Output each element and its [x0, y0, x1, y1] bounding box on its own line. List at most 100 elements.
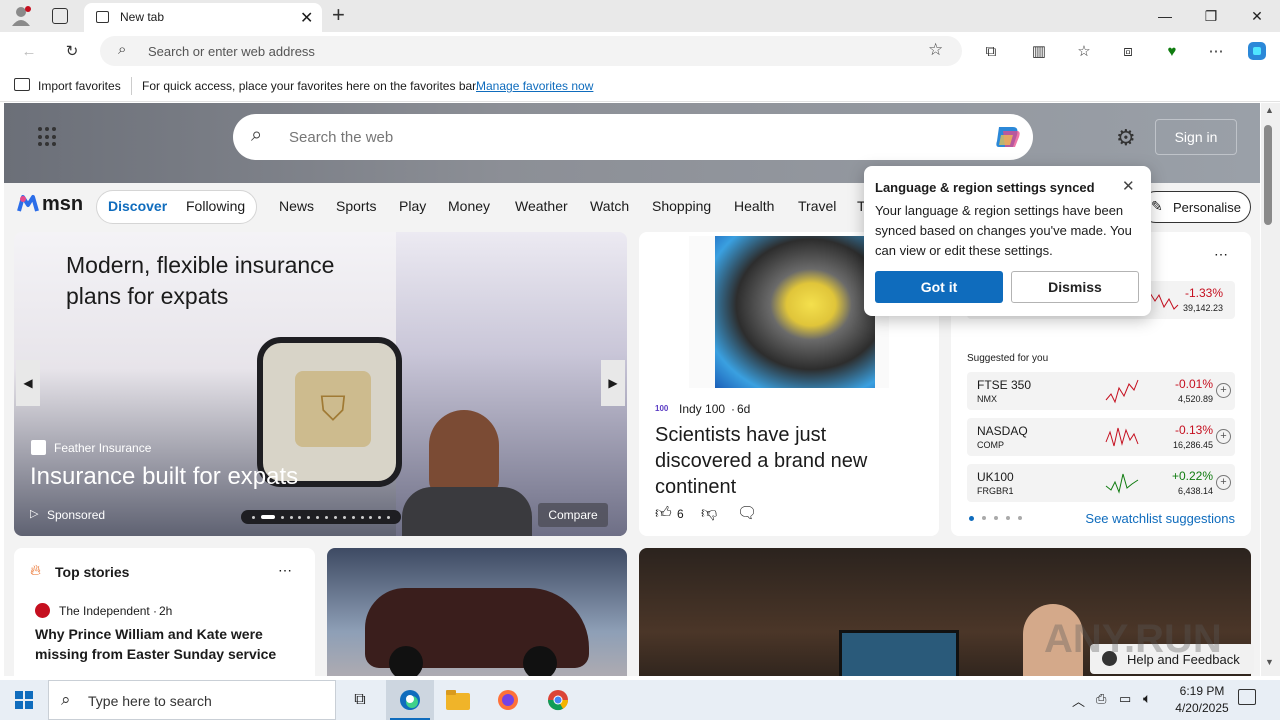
compare-button[interactable]: Compare — [538, 503, 608, 527]
sponsored-hero-card[interactable]: ⛉ Modern, flexible insurance plans for e… — [14, 232, 627, 536]
pencil-icon: ✎ — [1151, 198, 1163, 214]
stock-row-ftse[interactable]: FTSE 350 NMX -0.01% 4,520.89 + — [967, 372, 1235, 410]
sponsored-label: Sponsored — [47, 508, 106, 522]
person-shirt — [402, 487, 532, 536]
close-icon[interactable]: ✕ — [1122, 177, 1135, 195]
favorites-icon[interactable]: ☆ — [1073, 40, 1095, 62]
nav-health[interactable]: Health — [734, 198, 774, 214]
top-story-headline[interactable]: Why Prince William and Kate were missing… — [35, 624, 295, 664]
add-stock-button[interactable]: + — [1216, 383, 1231, 398]
page-scrollbar[interactable]: ▲ ▼ — [1261, 103, 1280, 676]
chrome-icon[interactable] — [534, 680, 582, 720]
nav-weather[interactable]: Weather — [515, 198, 568, 214]
task-view-icon[interactable]: ⧉ — [336, 680, 384, 720]
like-icon[interactable]: 👍︎ — [655, 504, 672, 523]
import-favorites-icon[interactable] — [14, 78, 30, 91]
comment-icon[interactable]: 🗨︎ — [737, 503, 757, 523]
nav-play[interactable]: Play — [399, 198, 426, 214]
add-stock-button[interactable]: + — [1216, 429, 1231, 444]
got-it-button[interactable]: Got it — [875, 271, 1003, 303]
taskbar-search-box[interactable]: ⌕ Type here to search — [48, 680, 336, 720]
manage-favorites-link[interactable]: Manage favorites now — [476, 79, 593, 93]
nav-sports[interactable]: Sports — [336, 198, 376, 214]
firefox-icon[interactable] — [484, 680, 532, 720]
tab-new-tab[interactable]: New tab ✕ — [84, 3, 322, 32]
nav-watch[interactable]: Watch — [590, 198, 629, 214]
scroll-up-icon[interactable]: ▲ — [1265, 105, 1274, 115]
more-menu-icon[interactable]: ⋯ — [1205, 40, 1227, 62]
edge-app-icon[interactable] — [386, 680, 434, 720]
network-icon[interactable]: ▭ — [1119, 691, 1131, 707]
volume-icon[interactable]: 🔈︎ — [1143, 690, 1151, 707]
top-story-source: The Independent — [59, 604, 150, 618]
tray-device-icon[interactable]: ⎙ — [1096, 691, 1106, 707]
tab-discover[interactable]: Discover — [108, 198, 167, 214]
dismiss-button[interactable]: Dismiss — [1011, 271, 1139, 303]
tab-actions-icon[interactable] — [52, 8, 68, 24]
taskbar-time[interactable]: 6:19 PM — [1174, 684, 1230, 698]
address-input[interactable]: Search or enter web address — [148, 44, 315, 59]
split-screen-icon[interactable]: ▥ — [1028, 40, 1050, 62]
taskbar-search-input[interactable]: Type here to search — [88, 693, 212, 709]
favorite-star-icon[interactable]: ☆ — [928, 40, 943, 60]
address-bar[interactable]: ⌕ Search or enter web address ☆ — [100, 36, 962, 66]
nav-money[interactable]: Money — [448, 198, 490, 214]
region-sync-popup: Language & region settings synced ✕ Your… — [864, 166, 1151, 316]
top-stories-more-icon[interactable]: ⋯ — [278, 562, 292, 579]
import-favorites-button[interactable]: Import favorites — [38, 79, 121, 93]
top-story-age: 2h — [159, 604, 173, 618]
taskbar-date[interactable]: 4/20/2025 — [1168, 701, 1236, 715]
minimize-button[interactable]: — — [1142, 0, 1188, 32]
collections-icon[interactable]: ⧈ — [1117, 40, 1139, 62]
stock-row-uk100[interactable]: UK100 FRGBR1 +0.22% 6,438.14 + — [967, 464, 1235, 502]
nav-travel[interactable]: Travel — [798, 198, 836, 214]
see-watchlist-link[interactable]: See watchlist suggestions — [1085, 511, 1235, 526]
carousel-prev-button[interactable]: ◀ — [16, 360, 40, 406]
car-card[interactable] — [327, 548, 627, 676]
refresh-icon[interactable]: ↻ — [61, 40, 83, 62]
file-explorer-icon[interactable] — [434, 680, 482, 720]
profile-icon[interactable] — [10, 6, 32, 26]
carousel-next-button[interactable]: ▶ — [601, 360, 625, 406]
popup-body: Your language & region settings have bee… — [875, 203, 1132, 258]
nav-shopping[interactable]: Shopping — [652, 198, 711, 214]
new-tab-button[interactable]: + — [332, 2, 345, 28]
watchlist-pager[interactable] — [969, 516, 1022, 521]
notifications-icon[interactable] — [1238, 689, 1256, 705]
dislike-icon[interactable]: 👎︎ — [701, 504, 717, 523]
tab-following[interactable]: Following — [186, 198, 245, 214]
extensions-icon[interactable]: ⧉ — [980, 40, 1002, 62]
hero-title: Insurance built for expats — [30, 463, 299, 490]
web-search-box[interactable]: ⌕ Search the web — [233, 114, 1033, 160]
story-age: 6d — [737, 402, 751, 416]
close-tab-icon[interactable]: ✕ — [300, 8, 313, 28]
personalise-button[interactable]: ✎ Personalise — [1140, 191, 1251, 223]
performance-icon[interactable]: ♥ — [1161, 40, 1183, 62]
stock-row-nasdaq[interactable]: NASDAQ COMP -0.13% 16,286.45 + — [967, 418, 1235, 456]
close-window-button[interactable]: ✕ — [1234, 0, 1280, 32]
back-arrow-icon[interactable]: ← — [18, 40, 40, 62]
web-search-input[interactable]: Search the web — [289, 129, 393, 146]
start-button[interactable] — [0, 680, 48, 720]
sign-in-button[interactable]: Sign in — [1155, 119, 1237, 155]
add-stock-button[interactable]: + — [1216, 475, 1231, 490]
settings-gear-icon[interactable]: ⚙ — [1116, 125, 1136, 151]
watchlist-more-icon[interactable]: ⋯ — [1214, 246, 1228, 263]
favorites-divider — [131, 77, 132, 95]
scroll-thumb[interactable] — [1264, 125, 1272, 225]
story-source: Indy 100 — [679, 402, 726, 416]
tray-chevron-icon[interactable]: ︿ — [1072, 691, 1085, 710]
restore-button[interactable]: ❐ — [1188, 0, 1234, 32]
scroll-down-icon[interactable]: ▼ — [1265, 657, 1274, 667]
copilot-icon[interactable] — [993, 123, 1023, 154]
copilot-icon[interactable] — [1246, 40, 1268, 62]
msn-logo-icon[interactable] — [16, 193, 40, 218]
story-title[interactable]: Scientists have just discovered a brand … — [655, 422, 915, 500]
new-tab-page-icon — [96, 11, 109, 23]
nav-news[interactable]: News — [279, 198, 314, 214]
personalise-label: Personalise — [1173, 200, 1241, 215]
stock-value: 16,286.45 — [1172, 440, 1213, 450]
carousel-dots[interactable] — [241, 510, 401, 524]
apps-grid-icon[interactable] — [38, 127, 58, 147]
map-image — [715, 236, 875, 388]
